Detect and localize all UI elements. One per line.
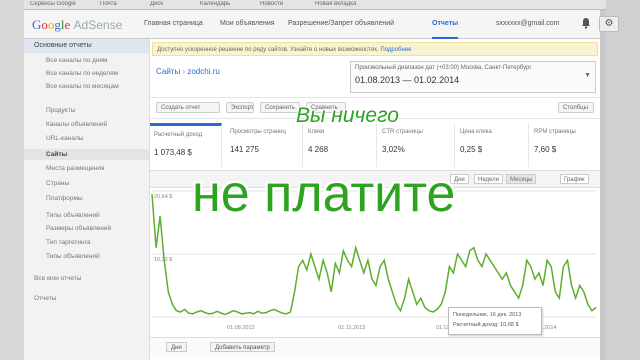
metric-label: RPM страницы (534, 129, 576, 135)
overlay-caption-top: Вы ничего (296, 104, 399, 127)
breadcrumb: Сайты › zodchi.ru (156, 67, 220, 76)
sidebar-footer-item[interactable]: Все мои отчеты (34, 275, 81, 282)
browser-tab[interactable]: Календарь (200, 1, 250, 8)
notice-link[interactable]: Подробнее (380, 47, 411, 53)
sidebar-footer-item[interactable]: Отчеты (34, 295, 56, 302)
date-range-value: 01.08.2013 — 01.02.2014 (355, 75, 460, 85)
metric-label: Клики (308, 129, 325, 135)
metric-value: 0,25 $ (460, 145, 483, 154)
sidebar-item[interactable]: Все каналы по месяцам (46, 83, 119, 90)
browser-tab[interactable]: Новая вкладка (315, 1, 375, 8)
sidebar-item[interactable]: Страны (46, 180, 69, 187)
metrics-row: Расчетный доход 1 073,48 $ Просмотры стр… (150, 123, 600, 167)
browser-tab[interactable]: Сервисы Google (30, 1, 90, 8)
breadcrumb-item: zodchi.ru (187, 67, 220, 76)
chart-tab-graph[interactable]: График (560, 174, 589, 184)
metric-earnings[interactable]: Расчетный доход 1 073,48 $ (150, 123, 222, 167)
create-report-button[interactable]: Создать отчет (156, 102, 220, 113)
reports-sidebar: Основные отчеты Все каналы по дням Все к… (24, 39, 150, 360)
sidebar-item[interactable]: Места размещения (46, 165, 105, 172)
tooltip-value: Расчетный доход: 10,68 $ (453, 322, 519, 328)
sidebar-item[interactable]: Все каналы по дням (46, 57, 107, 64)
export-button[interactable]: Экспорт (226, 102, 254, 113)
chevron-down-icon: ▼ (584, 72, 591, 79)
adsense-logo[interactable]: Google AdSense (32, 17, 122, 33)
save-button[interactable]: Сохранить (260, 102, 300, 113)
sidebar-heading[interactable]: Основные отчеты (24, 39, 149, 53)
notifications-bell-icon[interactable] (581, 17, 591, 29)
tooltip-date: Понедельник, 16 дек. 2013 (453, 312, 522, 318)
screenshot-frame: Сервисы Google Почта Диск Календарь Ново… (0, 0, 640, 360)
chart-tab-weeks[interactable]: Недели (474, 174, 504, 184)
overlay-caption-main: не платите (192, 165, 456, 223)
sidebar-item[interactable]: Каналы объявлений (46, 121, 107, 128)
dimension-button[interactable]: Дни (166, 342, 187, 352)
sidebar-item-sites[interactable]: Сайты (24, 149, 149, 160)
metric-label: Цена клика (460, 129, 492, 135)
metric-label: CTR страницы (382, 129, 423, 135)
metric-pageviews[interactable]: Просмотры страниц 141 275 (226, 123, 303, 167)
notice-text: Доступно ускоренное решение по ряду сайт… (157, 47, 379, 53)
add-dimension-button[interactable]: Добавить параметр (210, 342, 275, 352)
metric-label: Просмотры страниц (230, 129, 286, 135)
settings-gear-icon[interactable]: ⚙ (599, 16, 619, 32)
notice-banner: Доступно ускоренное решение по ряду сайт… (152, 42, 598, 56)
columns-button[interactable]: Столбцы (558, 102, 594, 113)
sidebar-item[interactable]: Платформы (46, 195, 83, 202)
table-controls: Дни Добавить параметр (150, 337, 600, 356)
metric-rpm[interactable]: RPM страницы 7,60 $ (530, 123, 600, 167)
logo-product: AdSense (73, 18, 123, 32)
date-range-label: Произвольный диапазон дат (+03:00) Москв… (355, 65, 532, 71)
metric-value: 4 268 (308, 145, 329, 154)
sidebar-item[interactable]: Продукты (46, 107, 75, 114)
sidebar-item[interactable]: Типы объявлений (46, 212, 100, 219)
sidebar-item[interactable]: Размеры объявлений (46, 225, 111, 232)
logo-letter: G (32, 17, 42, 32)
date-range-picker[interactable]: Произвольный диапазон дат (+03:00) Москв… (350, 61, 596, 93)
metric-value: 1 073,48 $ (154, 148, 192, 157)
breadcrumb-separator: › (182, 67, 186, 76)
chart-tooltip: Понедельник, 16 дек. 2013 Расчетный дохо… (448, 307, 542, 335)
browser-tab[interactable]: Диск (150, 1, 190, 8)
sidebar-item[interactable]: Все каналы по неделям (46, 70, 118, 77)
account-email[interactable]: sxxxxxx@gmail.com (496, 20, 560, 27)
nav-reports[interactable]: Отчеты (432, 20, 459, 39)
adsense-header: Google AdSense Главная страница Мои объя… (24, 10, 619, 39)
nav-home[interactable]: Главная страница (144, 20, 203, 27)
sidebar-item[interactable]: URL-каналы (46, 135, 83, 142)
left-window-edge (0, 0, 24, 360)
metric-ctr[interactable]: CTR страницы 3,02% (378, 123, 455, 167)
y-tick-label: 10,32 $ (154, 257, 172, 263)
metric-value: 7,60 $ (534, 145, 557, 154)
browser-tab[interactable]: Почта (100, 1, 140, 8)
nav-allow-block[interactable]: Разрешение/Запрет объявлений (288, 20, 394, 27)
metric-value: 141 275 (230, 145, 259, 154)
x-tick-label: 01.11.2013 (338, 325, 365, 331)
x-tick-label: 01.08.2013 (227, 325, 255, 331)
metric-value: 3,02% (382, 145, 405, 154)
chart-tab-months[interactable]: Месяцы (506, 174, 537, 184)
metric-label: Расчетный доход (154, 132, 203, 138)
breadcrumb-item[interactable]: Сайты (156, 67, 180, 76)
metric-clicks[interactable]: Клики 4 268 (304, 123, 377, 167)
logo-letter: e (64, 17, 71, 32)
nav-my-ads[interactable]: Мои объявления (220, 20, 275, 27)
y-tick-label: 20,64 $ (154, 194, 172, 200)
right-window-edge (606, 0, 640, 360)
sidebar-item[interactable]: Типы объявлений (46, 253, 100, 260)
metric-cpc[interactable]: Цена клика 0,25 $ (456, 123, 529, 167)
sidebar-item[interactable]: Тип таргетинга (46, 239, 90, 246)
browser-tab-strip: Сервисы Google Почта Диск Календарь Ново… (0, 0, 640, 10)
browser-tab[interactable]: Новости (260, 1, 305, 8)
